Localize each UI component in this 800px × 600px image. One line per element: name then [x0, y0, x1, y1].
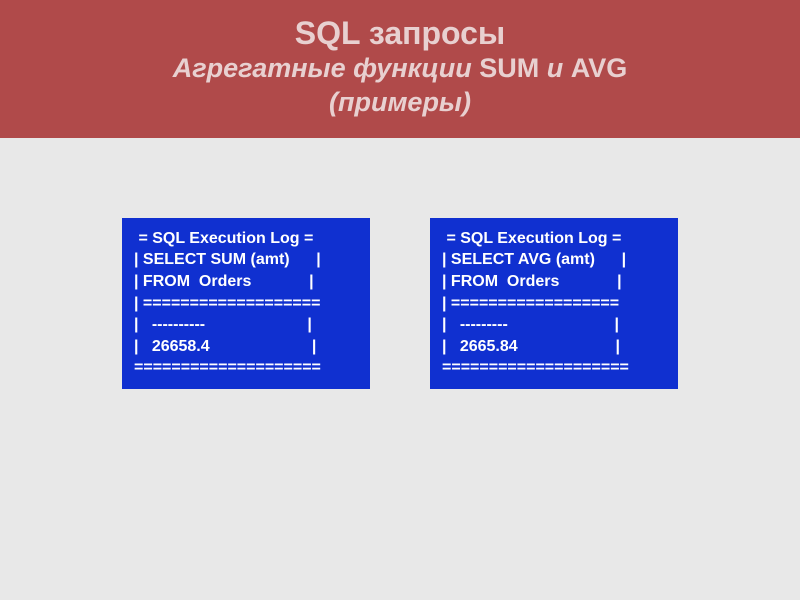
log-right-r1: = SQL Execution Log = — [442, 230, 621, 247]
sql-log-left: = SQL Execution Log = | SELECT SUM (amt)… — [122, 218, 370, 389]
log-left-r4: | =================== — [134, 295, 320, 312]
log-right-r3: | FROM Orders | — [442, 273, 622, 290]
title-line2-i: и — [539, 53, 571, 83]
log-right-r5: | --------- | — [442, 316, 619, 333]
slide-header: SQL запросы Агрегатные функции SUM и AVG… — [0, 0, 800, 138]
title-line3: (примеры) — [10, 86, 790, 120]
title-line2-pre: Агрегатные функции — [173, 53, 480, 83]
log-right-r6: | 2665.84 | — [442, 338, 620, 355]
log-left-r3: | FROM Orders | — [134, 273, 314, 290]
title-sum: SUM — [479, 53, 539, 83]
log-left-r7: ==================== — [134, 359, 321, 376]
sql-log-right: = SQL Execution Log = | SELECT AVG (amt)… — [430, 218, 678, 389]
title-line1: SQL запросы — [10, 14, 790, 52]
slide-content: = SQL Execution Log = | SELECT SUM (amt)… — [0, 218, 800, 389]
log-right-r4: | ================== — [442, 295, 619, 312]
log-left-r1: = SQL Execution Log = — [134, 230, 313, 247]
log-left-r2: | SELECT SUM (amt) | — [134, 251, 321, 268]
log-right-r2: | SELECT AVG (amt) | — [442, 251, 626, 268]
log-left-r6: | 26658.4 | — [134, 338, 316, 355]
log-left-r5: | ---------- | — [134, 316, 312, 333]
log-right-r7: ==================== — [442, 359, 629, 376]
title-avg: AVG — [571, 53, 628, 83]
title-line2: Агрегатные функции SUM и AVG — [10, 52, 790, 86]
